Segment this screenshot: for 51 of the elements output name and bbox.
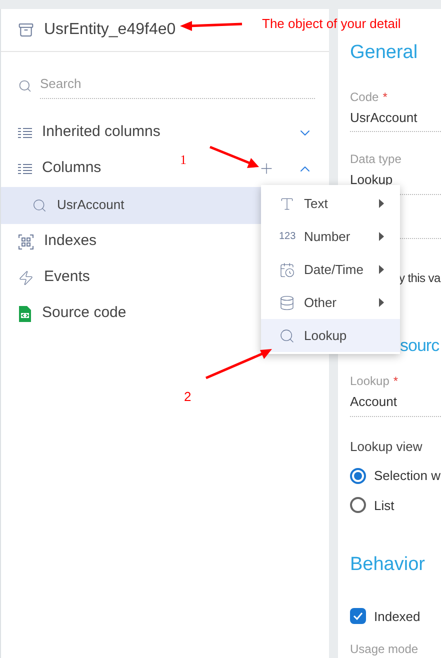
menu-item[interactable]: Date/Time bbox=[261, 253, 400, 286]
search-icon bbox=[32, 198, 47, 212]
section-heading: Behavior bbox=[350, 553, 426, 577]
section-heading: General bbox=[350, 41, 419, 65]
radio-button[interactable] bbox=[350, 497, 366, 514]
annotation-arrow bbox=[206, 349, 272, 380]
calendar-clock-icon bbox=[279, 262, 295, 278]
field-label: Lookup view bbox=[350, 438, 424, 456]
required-mark: * bbox=[393, 373, 398, 390]
radio-label: Selection w bbox=[374, 467, 440, 485]
number-icon: 123 bbox=[279, 229, 296, 244]
section-heading: sourc bbox=[400, 334, 440, 356]
annotation-arrow bbox=[180, 21, 242, 31]
tree-item[interactable]: Events bbox=[44, 266, 90, 289]
tree-item[interactable]: Source code bbox=[42, 302, 126, 325]
tree-item[interactable]: Indexes bbox=[44, 230, 97, 253]
menu-item[interactable]: Lookup bbox=[261, 319, 400, 352]
annotation-number: 2 bbox=[184, 388, 192, 406]
checkmark-icon bbox=[352, 610, 364, 622]
menu-item[interactable]: Text bbox=[261, 187, 400, 220]
required-mark: * bbox=[382, 88, 388, 106]
annotation-arrow bbox=[210, 146, 259, 168]
index-icon bbox=[18, 234, 34, 250]
code-file-icon bbox=[18, 306, 32, 322]
annotation-number: 1 bbox=[180, 153, 186, 166]
text-icon bbox=[279, 196, 295, 212]
tree-item[interactable]: Inherited columns bbox=[42, 121, 160, 144]
annotation-text: The object of your detail bbox=[262, 15, 401, 33]
database-icon bbox=[279, 294, 295, 310]
checkbox-label: Indexed bbox=[374, 608, 420, 626]
radio-button[interactable] bbox=[350, 468, 366, 484]
field-value: Lookup bbox=[350, 171, 394, 189]
field-label: Lookup bbox=[350, 373, 390, 390]
lightning-icon bbox=[18, 270, 34, 286]
object-title: UsrEntity_e49f4e0 bbox=[44, 20, 176, 40]
menu-item[interactable]: Other bbox=[261, 286, 400, 319]
search-field[interactable]: Search bbox=[40, 74, 315, 98]
search-icon bbox=[279, 328, 295, 344]
field-value: UsrAccount bbox=[350, 108, 418, 126]
tree-item[interactable]: Columns bbox=[42, 157, 102, 180]
field-label: Usage mode bbox=[350, 641, 420, 658]
radio-label: List bbox=[374, 496, 394, 514]
checkbox[interactable] bbox=[350, 608, 366, 624]
field-value: Account bbox=[350, 393, 398, 411]
menu-item[interactable]: 123 Number bbox=[261, 220, 400, 253]
field-label: Data type bbox=[350, 151, 402, 168]
list-icon bbox=[18, 162, 32, 174]
archive-icon bbox=[18, 22, 34, 38]
field-label: Code bbox=[350, 88, 379, 106]
list-icon bbox=[18, 126, 32, 138]
search-icon bbox=[18, 79, 32, 94]
